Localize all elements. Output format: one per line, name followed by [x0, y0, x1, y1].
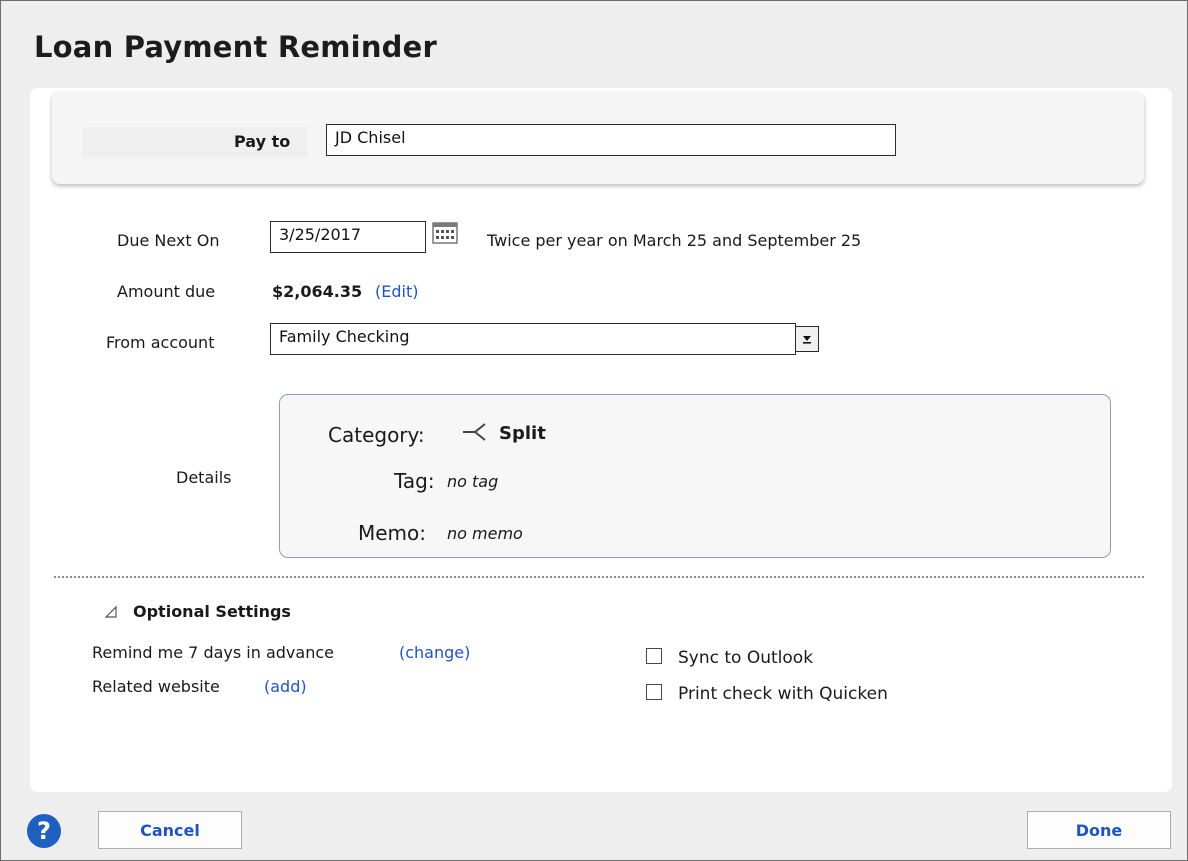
- edit-amount-link[interactable]: (Edit): [375, 282, 418, 301]
- cancel-button[interactable]: Cancel: [98, 811, 242, 849]
- amount-due-label: Amount due: [117, 282, 216, 301]
- tag-label: Tag:: [394, 469, 435, 493]
- done-button[interactable]: Done: [1027, 811, 1171, 849]
- pay-to-input[interactable]: JD Chisel: [326, 124, 896, 156]
- memo-value[interactable]: no memo: [447, 524, 523, 543]
- pay-to-label: Pay to: [234, 132, 291, 151]
- category-label: Category:: [328, 423, 425, 447]
- collapse-triangle-icon[interactable]: [104, 604, 118, 623]
- from-account-select[interactable]: Family Checking: [270, 323, 796, 355]
- add-website-link[interactable]: (add): [264, 677, 307, 696]
- calendar-icon[interactable]: [432, 222, 458, 244]
- frequency-text: Twice per year on March 25 and September…: [487, 231, 862, 250]
- split-icon: [461, 421, 491, 447]
- dialog-title: Loan Payment Reminder: [34, 30, 437, 64]
- related-website-text: Related website: [92, 677, 220, 696]
- details-label: Details: [176, 468, 232, 487]
- due-date-input[interactable]: 3/25/2017: [270, 221, 426, 253]
- due-next-label: Due Next On: [117, 231, 220, 250]
- help-icon[interactable]: ?: [27, 814, 61, 848]
- from-account-label: From account: [106, 333, 215, 352]
- change-remind-link[interactable]: (change): [399, 643, 470, 662]
- remind-text: Remind me 7 days in advance: [92, 643, 334, 662]
- print-check-label[interactable]: Print check with Quicken: [678, 684, 888, 704]
- tag-value[interactable]: no tag: [447, 472, 498, 491]
- optional-settings-header[interactable]: Optional Settings: [133, 602, 291, 621]
- print-check-checkbox[interactable]: [646, 684, 662, 700]
- sync-outlook-checkbox[interactable]: [646, 648, 662, 664]
- sync-outlook-label[interactable]: Sync to Outlook: [678, 648, 813, 668]
- amount-due-value: $2,064.35: [272, 282, 363, 301]
- dropdown-arrow-icon[interactable]: [795, 326, 819, 352]
- memo-label: Memo:: [358, 521, 427, 545]
- section-divider: [54, 576, 1144, 578]
- category-value[interactable]: Split: [499, 423, 546, 444]
